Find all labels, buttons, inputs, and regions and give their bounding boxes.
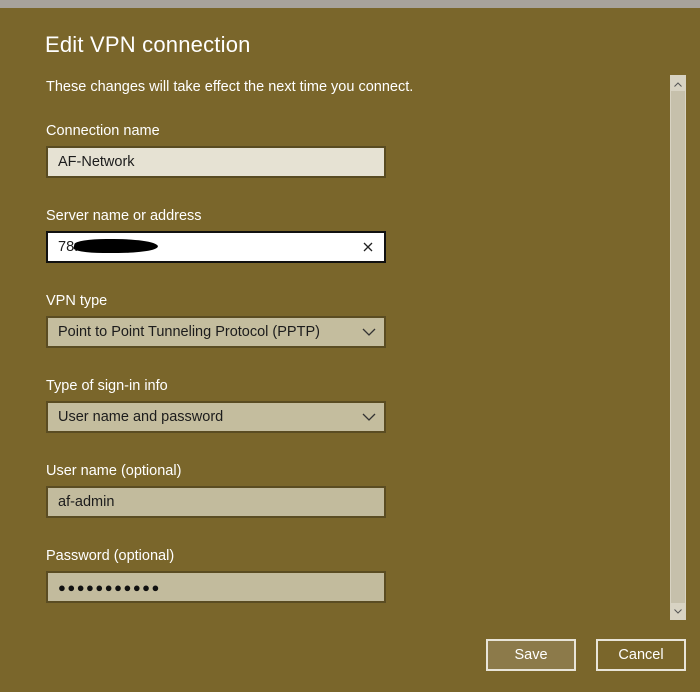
chevron-down-icon — [354, 318, 384, 346]
scroll-down-arrow-icon[interactable] — [670, 604, 686, 618]
sign-in-type-label: Type of sign-in info — [46, 378, 168, 394]
sign-in-type-dropdown[interactable]: User name and password — [46, 401, 386, 433]
connection-name-field[interactable]: AF-Network — [46, 146, 386, 178]
clear-icon[interactable] — [354, 233, 382, 261]
password-field[interactable]: ●●●●●●●●●●● — [46, 571, 386, 603]
vpn-type-dropdown[interactable]: Point to Point Tunneling Protocol (PPTP) — [46, 316, 386, 348]
dialog-subtitle: These changes will take effect the next … — [46, 79, 414, 95]
connection-name-value: AF-Network — [58, 154, 135, 170]
chevron-down-icon — [354, 403, 384, 431]
scroll-up-arrow-icon[interactable] — [670, 77, 686, 91]
vpn-type-label: VPN type — [46, 293, 108, 309]
vpn-type-value: Point to Point Tunneling Protocol (PPTP) — [58, 324, 320, 340]
password-value: ●●●●●●●●●●● — [58, 579, 161, 595]
username-value: af-admin — [58, 494, 115, 510]
username-label: User name (optional) — [46, 463, 182, 479]
save-button[interactable]: Save — [486, 639, 576, 671]
dialog-title: Edit VPN connection — [45, 32, 251, 57]
server-address-field[interactable]: 78. — [46, 231, 386, 263]
connection-name-label: Connection name — [46, 123, 160, 139]
redaction-mark — [72, 239, 160, 253]
scroll-thumb[interactable] — [671, 91, 685, 603]
username-field[interactable]: af-admin — [46, 486, 386, 518]
vertical-scrollbar[interactable] — [670, 75, 686, 620]
password-label: Password (optional) — [46, 548, 175, 564]
server-address-label: Server name or address — [46, 208, 202, 224]
sign-in-type-value: User name and password — [58, 409, 224, 425]
window-top-edge — [0, 0, 700, 8]
cancel-button[interactable]: Cancel — [596, 639, 686, 671]
